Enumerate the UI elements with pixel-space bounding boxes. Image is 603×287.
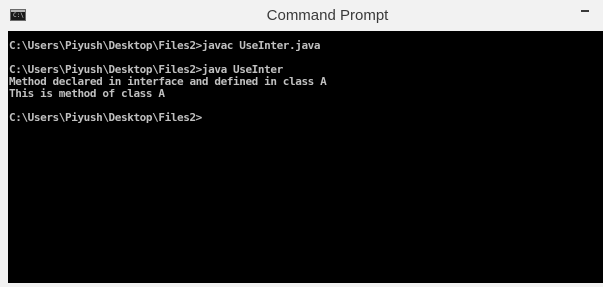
- minimize-icon: [581, 10, 589, 12]
- command-prompt-window: C:\ Command Prompt C:\Users\Piyush\Deskt…: [0, 0, 603, 287]
- console-line: This is method of class A: [9, 87, 165, 100]
- console-line: C:\Users\Piyush\Desktop\Files2>javac Use…: [9, 39, 321, 52]
- window-bottom-border: [0, 283, 603, 287]
- console-prompt: C:\Users\Piyush\Desktop\Files2>: [9, 111, 202, 124]
- window-title: Command Prompt: [266, 7, 389, 24]
- console-output[interactable]: C:\Users\Piyush\Desktop\Files2>javac Use…: [8, 31, 603, 283]
- minimize-button[interactable]: [568, 0, 603, 22]
- title-bar[interactable]: C:\ Command Prompt: [0, 0, 603, 31]
